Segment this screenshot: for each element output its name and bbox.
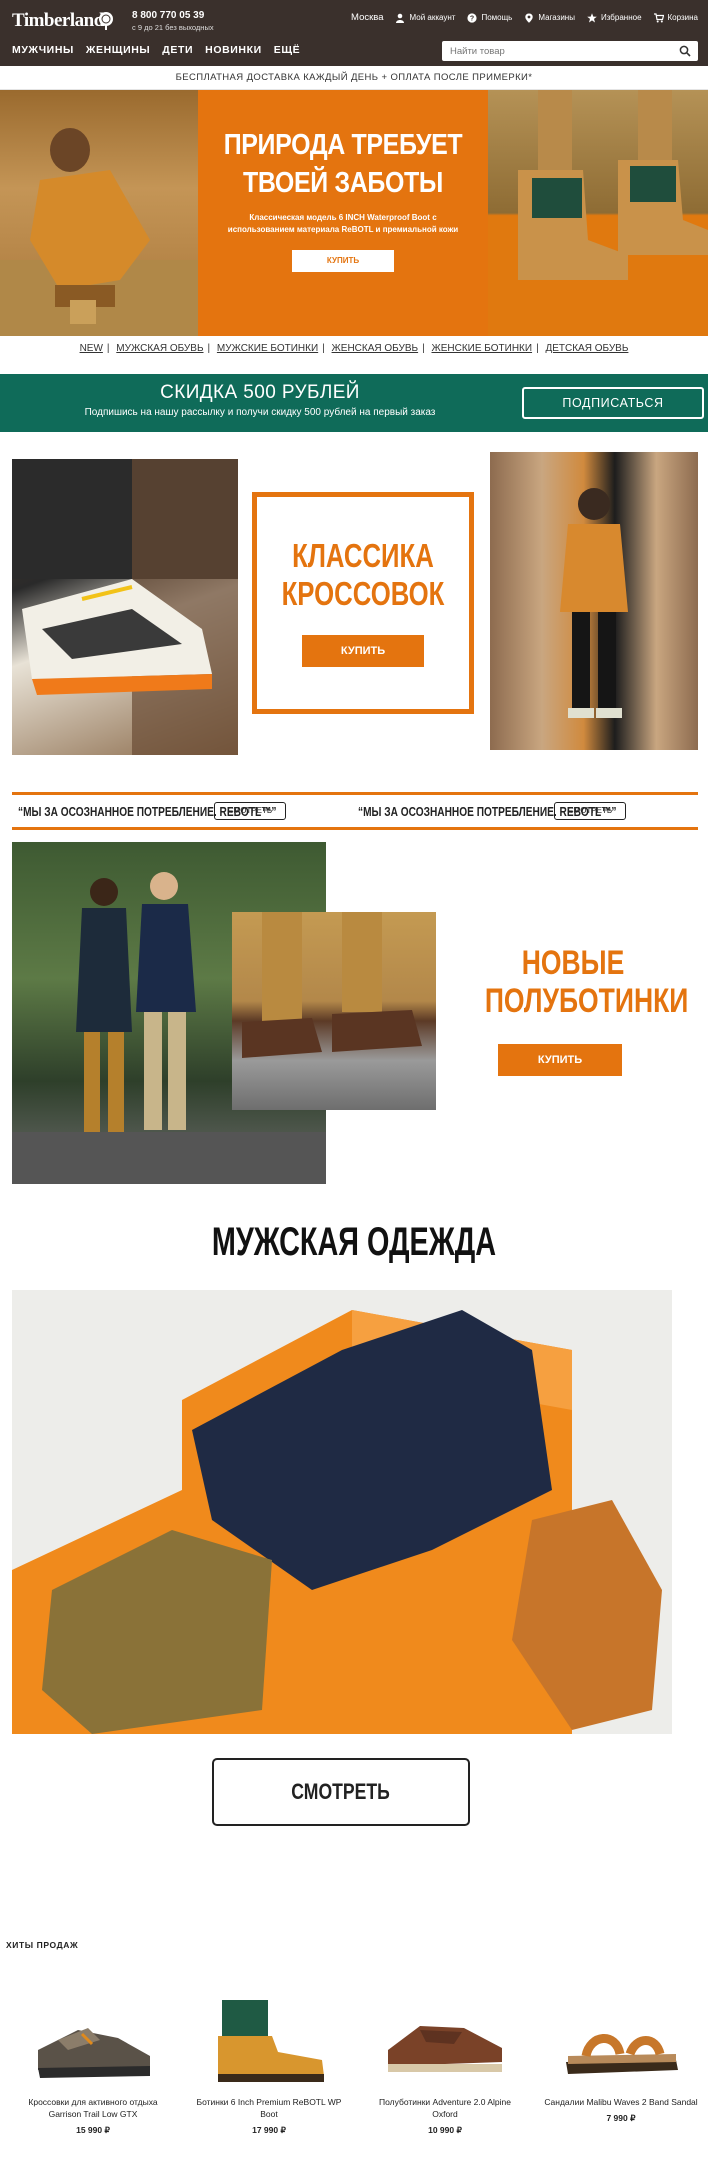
- sneaker-icon: [38, 2028, 150, 2078]
- best-sellers-title: ХИТЫ ПРОДАЖ: [6, 1940, 79, 1950]
- oxfords-buy-button[interactable]: КУПИТЬ: [498, 1044, 622, 1076]
- sneakers-buy-button[interactable]: КУПИТЬ: [302, 635, 424, 667]
- category-links: NEW | МУЖСКАЯ ОБУВЬ | МУЖСКИЕ БОТИНКИ | ЖЕН…: [79, 343, 629, 354]
- site-header: Timberland 8 800 770 05 39 с 9 до 21 без…: [0, 0, 708, 66]
- mens-clothing-title: МУЖСКАЯ ОДЕЖДА: [211, 1220, 497, 1264]
- mens-view-label: СМОТРЕТЬ: [291, 1779, 391, 1804]
- product-price: 15 990 ₽: [76, 2125, 110, 2135]
- top-links: Москва Мой аккаунт ? Помощь Магазины Изб…: [351, 12, 698, 23]
- help-label: Помощь: [481, 13, 513, 22]
- oxfords-title-line-2: ПОЛУБОТИНКИ: [484, 982, 689, 1020]
- svg-text:?: ?: [470, 15, 474, 22]
- oxfords-title-line-1: НОВЫЕ: [521, 944, 625, 982]
- category-link-mens-boots[interactable]: МУЖСКИЕ БОТИНКИ: [217, 343, 318, 354]
- account-label: Мой аккаунт: [409, 13, 456, 22]
- tree-logo-icon: [99, 12, 113, 30]
- rebotl-item: “МЫ ЗА ОСОЗНАННОЕ ПОТРЕБЛЕНИЕ. REBOTL™” …: [18, 802, 352, 820]
- model-image: [560, 488, 628, 718]
- nav-item-kids[interactable]: ДЕТИ: [162, 44, 193, 56]
- product-card[interactable]: Кроссовки для активного отдыха Garrison …: [14, 1990, 172, 2136]
- nav-item-new[interactable]: НОВИНКИ: [205, 44, 262, 56]
- favorites-label: Избранное: [600, 13, 642, 22]
- product-price: 10 990 ₽: [428, 2125, 462, 2135]
- sneaker-model-photo[interactable]: [490, 452, 698, 750]
- category-link-womens-boots[interactable]: ЖЕНСКИЕ БОТИНКИ: [431, 343, 532, 354]
- user-icon: [396, 13, 405, 23]
- subscribe-banner: СКИДКА 500 РУБЛЕЙ Подпишись на нашу расс…: [0, 374, 708, 432]
- oxford-shoe-photo[interactable]: [232, 912, 436, 1110]
- timberland-logo[interactable]: Timberland: [12, 10, 104, 32]
- help-link[interactable]: ? Помощь: [467, 12, 513, 23]
- product-name[interactable]: Сандалии Malibu Waves 2 Band Sandal: [542, 2096, 700, 2108]
- hero-image-left: [0, 90, 198, 336]
- boot-icon: [218, 2000, 324, 2082]
- main-nav: МУЖЧИНЫ ЖЕНЩИНЫ ДЕТИ НОВИНКИ ЕЩЁ: [12, 44, 300, 56]
- hero-subtitle: Классическая модель 6 INCH Waterproof Bo…: [227, 213, 459, 234]
- oxfords-title: НОВЫЕ ПОЛУБОТИНКИ: [484, 944, 689, 1020]
- location-pin-icon: [525, 13, 534, 23]
- category-link-kids-shoes[interactable]: ДЕТСКАЯ ОБУВЬ: [545, 343, 628, 354]
- mens-view-button[interactable]: СМОТРЕТЬ: [212, 1758, 470, 1826]
- city-selector[interactable]: Москва: [351, 12, 383, 23]
- rebotl-item: “МЫ ЗА ОСОЗНАННОЕ ПОТРЕБЛЕНИЕ. REBOTL™” …: [358, 802, 692, 820]
- rebotl-text: “МЫ ЗА ОСОЗНАННОЕ ПОТРЕБЛЕНИЕ. REBOTL™”: [18, 803, 277, 819]
- product-name[interactable]: Ботинки 6 Inch Premium ReBOTL WP Boot: [190, 2096, 348, 2120]
- sandal-icon: [566, 2034, 678, 2074]
- oxford-icon: [388, 2026, 502, 2072]
- search-box: [442, 41, 698, 62]
- nav-item-more[interactable]: ЕЩЁ: [274, 44, 301, 56]
- product-price: 7 990 ₽: [606, 2113, 636, 2123]
- hero-model-image: [0, 128, 198, 336]
- nav-item-men[interactable]: МУЖЧИНЫ: [12, 44, 74, 56]
- sneaker-image: [12, 459, 238, 755]
- category-link-womens-shoes[interactable]: ЖЕНСКАЯ ОБУВЬ: [332, 343, 419, 354]
- rebotl-text: “МЫ ЗА ОСОЗНАННОЕ ПОТРЕБЛЕНИЕ. REBOTL™”: [358, 803, 617, 819]
- phone-number[interactable]: 8 800 770 05 39: [132, 10, 204, 21]
- stores-label: Магазины: [538, 13, 575, 22]
- cart-link[interactable]: Корзина: [653, 12, 698, 23]
- hero-title-line-2: ТВОЕЙ ЗАБОТЫ: [242, 167, 444, 199]
- free-delivery-banner[interactable]: БЕСПЛАТНАЯ ДОСТАВКА КАЖДЫЙ ДЕНЬ + ОПЛАТА…: [0, 66, 708, 90]
- hero-banner[interactable]: ПРИРОДА ТРЕБУЕТ ТВОЕЙ ЗАБОТЫ Классическа…: [0, 90, 708, 336]
- product-card[interactable]: Полуботинки Adventure 2.0 Alpine Oxford …: [366, 1990, 524, 2136]
- product-card[interactable]: Сандалии Malibu Waves 2 Band Sandal 7 99…: [542, 1990, 700, 2124]
- hero-title-line-1: ПРИРОДА ТРЕБУЕТ: [223, 129, 463, 161]
- nav-item-women[interactable]: ЖЕНЩИНЫ: [86, 44, 150, 56]
- sneakers-promo-box: КЛАССИКА КРОССОВОК КУПИТЬ: [252, 492, 474, 714]
- stores-link[interactable]: Магазины: [524, 13, 575, 23]
- rebotl-marquee: “МЫ ЗА ОСОЗНАННОЕ ПОТРЕБЛЕНИЕ. REBOTL™” …: [12, 792, 698, 830]
- hero-title: ПРИРОДА ТРЕБУЕТ ТВОЕЙ ЗАБОТЫ: [218, 126, 467, 202]
- oxford-image: [242, 912, 422, 1058]
- hero-boots-image: [488, 90, 708, 336]
- help-icon: ?: [467, 12, 478, 23]
- subscribe-button[interactable]: ПОДПИСАТЬСЯ: [522, 387, 704, 419]
- discount-text: Подпишись на нашу рассылку и получи скид…: [84, 407, 436, 418]
- sneakers-title-line-2: КРОССОВОК: [281, 575, 445, 612]
- working-hours: с 9 до 21 без выходных: [132, 23, 214, 32]
- cart-icon: [653, 12, 664, 22]
- favorites-link[interactable]: Избранное: [587, 12, 642, 23]
- product-name[interactable]: Полуботинки Adventure 2.0 Alpine Oxford: [366, 2096, 524, 2120]
- category-link-new[interactable]: NEW: [80, 343, 103, 354]
- account-link[interactable]: Мой аккаунт: [395, 13, 455, 23]
- hero-buy-button[interactable]: КУПИТЬ: [292, 250, 394, 272]
- star-icon: [587, 12, 597, 22]
- product-price: 17 990 ₽: [252, 2125, 286, 2135]
- category-link-mens-shoes[interactable]: МУЖСКАЯ ОБУВЬ: [116, 343, 203, 354]
- sneaker-photo[interactable]: [12, 459, 238, 755]
- clothing-image: [12, 1310, 662, 1734]
- hero-text-panel: ПРИРОДА ТРЕБУЕТ ТВОЕЙ ЗАБОТЫ Классическа…: [198, 90, 488, 336]
- city-label: Москва: [351, 12, 384, 23]
- cart-label: Корзина: [667, 13, 698, 22]
- sneakers-title: КЛАССИКА КРОССОВОК: [280, 537, 445, 613]
- product-card[interactable]: Ботинки 6 Inch Premium ReBOTL WP Boot 17…: [190, 1990, 348, 2136]
- product-name[interactable]: Кроссовки для активного отдыха Garrison …: [14, 2096, 172, 2120]
- search-input[interactable]: [442, 41, 662, 62]
- hero-image-right: [488, 90, 708, 336]
- sneakers-title-line-1: КЛАССИКА: [292, 537, 434, 574]
- discount-title: СКИДКА 500 РУБЛЕЙ: [160, 382, 360, 403]
- mens-clothing-photo[interactable]: [12, 1290, 672, 1734]
- search-icon[interactable]: [679, 45, 691, 57]
